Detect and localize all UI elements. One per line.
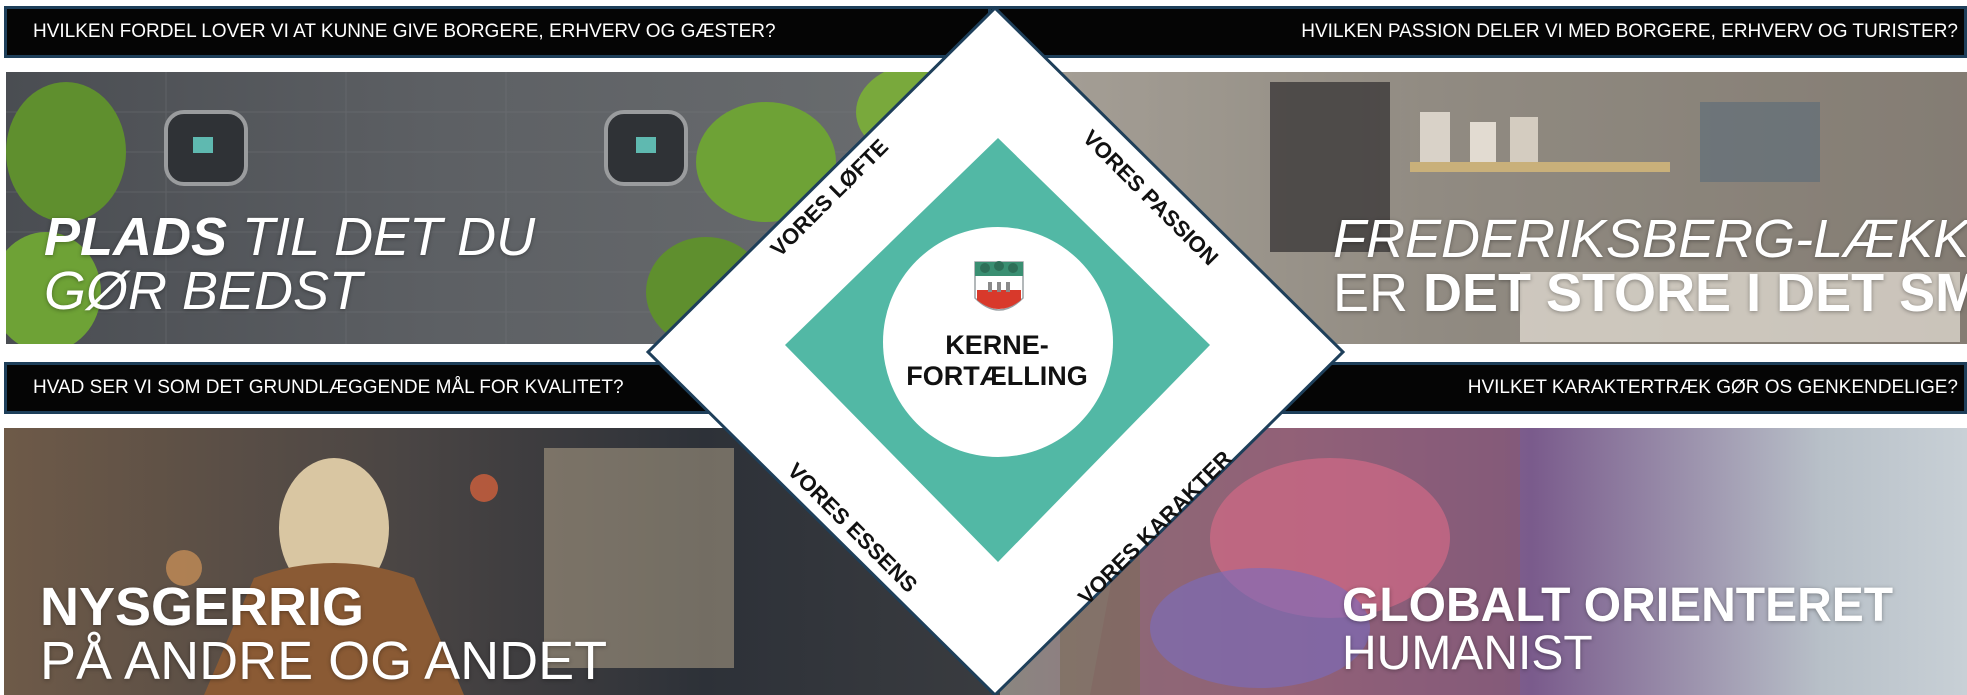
headline-passion-prefix: ER [1333, 263, 1424, 323]
question-bar-passion: HVILKEN PASSION DELER VI MED BORGERE, ER… [988, 6, 1967, 58]
headline-promise-bold: PLADS [44, 207, 228, 267]
question-text-character: HVILKET KARAKTERTRÆK GØR OS GENKENDELIGE… [1467, 377, 1958, 398]
center-title-line2: FORTÆLLING [906, 361, 1088, 392]
headline-essence: NYSGERRIG PÅ ANDRE OG ANDET [40, 580, 607, 688]
headline-promise-line2: GØR BEDST [44, 261, 363, 321]
headline-promise-rest: TIL DET DU [227, 207, 536, 267]
question-text-passion: HVILKEN PASSION DELER VI MED BORGERE, ER… [1301, 21, 1958, 42]
headline-essence-line2: PÅ ANDRE OG ANDET [40, 631, 608, 691]
headline-passion-line1: FREDERIKSBERG-LÆKKERT [1333, 209, 1967, 269]
headline-promise: PLADS TIL DET DU GØR BEDST [44, 210, 535, 318]
question-text-essence: HVAD SER VI SOM DET GRUNDLÆGGENDE MÅL FO… [33, 377, 624, 398]
question-bar-promise: HVILKEN FORDEL LOVER VI AT KUNNE GIVE BO… [4, 6, 1014, 58]
photo-panel-mural: GLOBALT ORIENTERET HUMANIST [1000, 428, 1967, 695]
headline-character-line2: HUMANIST [1342, 627, 1593, 680]
headline-passion: FREDERIKSBERG-LÆKKERT ER DET STORE I DET… [1333, 212, 1967, 320]
headline-essence-bold: NYSGERRIG [40, 577, 365, 637]
question-bar-essence: HVAD SER VI SOM DET GRUNDLÆGGENDE MÅL FO… [4, 362, 1004, 414]
photo-panel-square-aerial: PLADS TIL DET DU GØR BEDST [6, 72, 986, 344]
center-title: KERNE- FORTÆLLING [892, 330, 1102, 392]
question-text-promise: HVILKEN FORDEL LOVER VI AT KUNNE GIVE BO… [33, 21, 776, 42]
headline-passion-bold: DET STORE I DET SMÅ [1423, 263, 1967, 323]
photo-panel-woman-street: NYSGERRIG PÅ ANDRE OG ANDET [4, 428, 1004, 695]
headline-character-bold: GLOBALT ORIENTERET [1342, 579, 1894, 632]
center-title-line1: KERNE- [945, 330, 1049, 360]
headline-character: GLOBALT ORIENTERET HUMANIST [1342, 582, 1893, 678]
question-bar-character: HVILKET KARAKTERTRÆK GØR OS GENKENDELIGE… [1004, 362, 1967, 414]
